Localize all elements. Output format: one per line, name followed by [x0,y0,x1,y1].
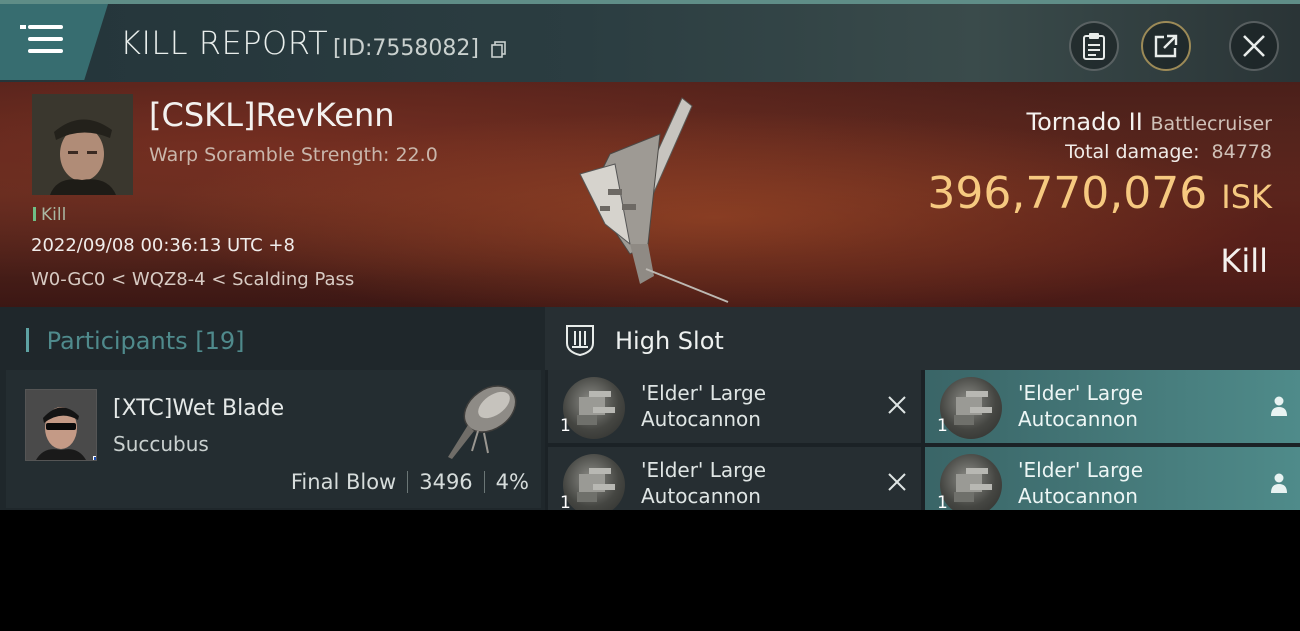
share-icon [1154,34,1178,58]
victim-ship[interactable]: Tornado II Battlecruiser [1026,108,1272,136]
participants-panel: Participants [19] + [XTC]Wet Blade Succu… [0,307,545,510]
participants-label: Participants [46,327,188,355]
high-slot-panel: High Slot 1 'Elder' Large Autocannon 1 '… [545,307,1300,510]
victim-name[interactable]: [CSKL]RevKenn [149,96,395,134]
module-slot-destroyed[interactable]: 1 'Elder' Large Autocannon [548,447,921,510]
page-title: KILL REPORT [120,24,329,62]
destroyed-icon [888,473,906,491]
ship-name: Tornado II [1026,108,1143,136]
module-slot-dropped[interactable]: 1 'Elder' Large Autocannon [925,447,1300,510]
isk-amount: 396,770,076 [927,168,1208,219]
final-blow-tag: Final Blow [290,470,397,494]
destroyed-icon [888,396,906,414]
module-quantity: 1 [937,416,948,436]
module-quantity: 1 [560,493,571,510]
person-icon [1271,396,1287,416]
module-quantity: 1 [560,416,571,436]
module-slot-destroyed[interactable]: 1 'Elder' Large Autocannon [548,370,921,443]
high-slot-icon [566,325,594,357]
participant-ship-render [448,385,517,459]
total-damage: Total damage: 84778 [1065,141,1272,163]
high-slot-title: High Slot [615,327,724,355]
participant-avatar[interactable]: + [25,389,97,461]
autocannon-icon [940,377,1002,439]
kill-tag: Kill [33,205,66,225]
clipboard-button[interactable] [1069,21,1119,71]
plus-icon: + [93,456,96,460]
autocannon-icon [940,454,1002,510]
participant-name[interactable]: [XTC]Wet Blade [113,396,284,421]
menu-icon [20,25,26,29]
total-damage-label: Total damage: [1065,141,1200,163]
participant-damage: 3496 [419,470,473,494]
total-damage-value: 84778 [1211,141,1272,163]
module-name: 'Elder' Large Autocannon [641,381,767,431]
participant-stats: Final Blow 3496 4% [291,470,529,494]
high-slot-header: High Slot [545,307,1300,370]
kill-report-window: KILL REPORT [ID:7558082] [CSKL]RevKenn W… [0,0,1300,510]
copy-icon[interactable] [491,41,506,58]
kill-location[interactable]: W0-GC0 < WQZ8-4 < Scalding Pass [31,269,354,290]
result-label: Kill [1220,242,1268,280]
participants-heading: Participants [19] [26,327,245,355]
victim-panel: [CSKL]RevKenn Warp Soramble Strength: 22… [0,82,1300,307]
clipboard-icon [1083,33,1105,60]
kill-datetime: 2022/09/08 00:36:13 UTC +8 [31,235,295,256]
ship-class: Battlecruiser [1150,113,1272,135]
module-name: 'Elder' Large Autocannon [641,458,767,508]
participant-percent: 4% [495,470,529,494]
close-button[interactable] [1229,21,1279,71]
victim-ship-render [579,97,729,303]
module-name: 'Elder' Large Autocannon [1018,381,1144,431]
participant-row[interactable]: + [XTC]Wet Blade Succubus Final Blow 3496… [6,370,541,508]
close-icon [1243,35,1265,57]
isk-value: 396,770,076 ISK [927,168,1272,219]
menu-button[interactable] [0,4,108,80]
isk-unit: ISK [1221,178,1272,216]
autocannon-icon [563,454,625,510]
participant-ship: Succubus [113,432,209,456]
report-id: [ID:7558082] [333,36,479,61]
module-name: 'Elder' Large Autocannon [1018,458,1144,508]
share-button[interactable] [1141,21,1191,71]
participants-count: [19] [195,327,245,355]
warp-scramble-strength: Warp Soramble Strength: 22.0 [149,144,438,166]
victim-avatar[interactable] [32,94,133,195]
header-bar: KILL REPORT [ID:7558082] [0,0,1300,82]
module-slot-dropped[interactable]: 1 'Elder' Large Autocannon [925,370,1300,443]
autocannon-icon [563,377,625,439]
module-quantity: 1 [937,493,948,510]
person-icon [1271,473,1287,493]
